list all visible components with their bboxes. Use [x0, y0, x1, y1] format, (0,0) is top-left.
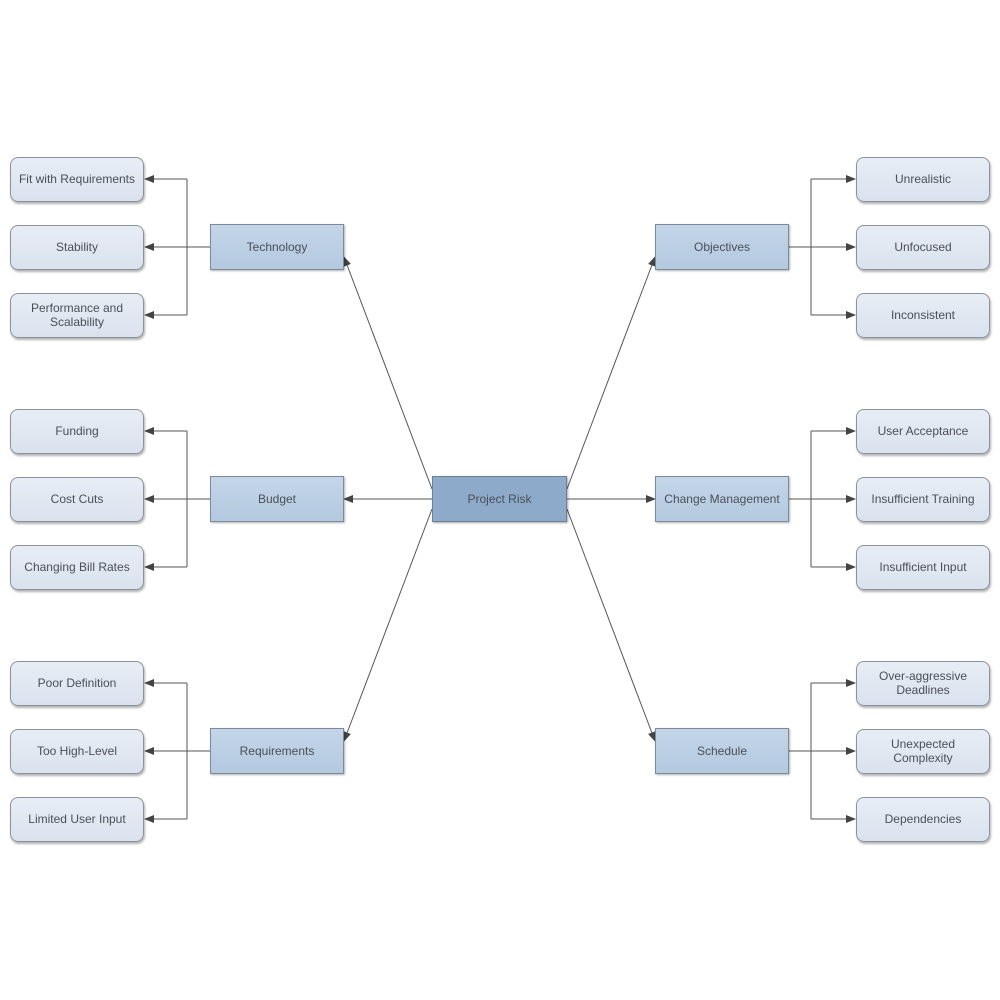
leaf-label: Poor Definition — [37, 676, 117, 690]
leaf-node-poor-definition[interactable]: Poor Definition — [10, 660, 144, 706]
leaf-label: Unrealistic — [894, 172, 951, 186]
category-node-requirements[interactable]: Requirements — [210, 728, 344, 774]
connector-center-to-schedule — [566, 508, 656, 742]
connector-center-to-requirements — [343, 508, 433, 742]
leaf-label: Funding — [55, 424, 99, 438]
leaf-label: Too High-Level — [36, 744, 118, 758]
leaf-label: Cost Cuts — [50, 492, 104, 506]
category-node-schedule[interactable]: Schedule — [655, 728, 789, 774]
leaf-node-performance-and-scalability[interactable]: Performance and Scalability — [10, 292, 144, 338]
category-node-objectives[interactable]: Objectives — [655, 224, 789, 270]
category-label: Budget — [257, 492, 297, 506]
category-label: Requirements — [239, 744, 315, 758]
leaf-node-limited-user-input[interactable]: Limited User Input — [10, 796, 144, 842]
leaf-node-insufficient-input[interactable]: Insufficient Input — [856, 544, 990, 590]
leaf-label: Fit with Requirements — [18, 172, 136, 186]
leaf-label: Over-aggressive Deadlines — [878, 669, 968, 697]
connector-center-to-objectives — [566, 256, 656, 490]
leaf-node-unfocused[interactable]: Unfocused — [856, 224, 990, 270]
connector-center-to-technology — [343, 256, 433, 490]
leaf-node-unrealistic[interactable]: Unrealistic — [856, 156, 990, 202]
leaf-node-dependencies[interactable]: Dependencies — [856, 796, 990, 842]
leaf-label: Performance and Scalability — [30, 301, 124, 329]
center-node-project-risk[interactable]: Project Risk — [432, 476, 567, 522]
leaf-node-user-acceptance[interactable]: User Acceptance — [856, 408, 990, 454]
leaf-node-stability[interactable]: Stability — [10, 224, 144, 270]
category-label: Schedule — [696, 744, 748, 758]
leaf-node-insufficient-training[interactable]: Insufficient Training — [856, 476, 990, 522]
leaf-node-changing-bill-rates[interactable]: Changing Bill Rates — [10, 544, 144, 590]
leaf-label: Changing Bill Rates — [24, 560, 130, 574]
leaf-label: Stability — [55, 240, 99, 254]
leaf-node-fit-with-requirements[interactable]: Fit with Requirements — [10, 156, 144, 202]
leaf-label: Dependencies — [884, 812, 962, 826]
leaf-label: Inconsistent — [890, 308, 956, 322]
leaf-label: User Acceptance — [877, 424, 969, 438]
leaf-node-unexpected-complexity[interactable]: Unexpected Complexity — [856, 728, 990, 774]
category-node-budget[interactable]: Budget — [210, 476, 344, 522]
leaf-label: Insufficient Training — [871, 492, 975, 506]
leaf-label: Unexpected Complexity — [890, 737, 956, 765]
leaf-label: Insufficient Input — [879, 560, 967, 574]
category-node-change-management[interactable]: Change Management — [655, 476, 789, 522]
category-node-technology[interactable]: Technology — [210, 224, 344, 270]
leaf-node-funding[interactable]: Funding — [10, 408, 144, 454]
category-label: Technology — [246, 240, 308, 254]
leaf-node-inconsistent[interactable]: Inconsistent — [856, 292, 990, 338]
leaf-node-cost-cuts[interactable]: Cost Cuts — [10, 476, 144, 522]
leaf-label: Limited User Input — [28, 812, 126, 826]
center-label: Project Risk — [467, 492, 532, 506]
leaf-node-too-high-level[interactable]: Too High-Level — [10, 728, 144, 774]
leaf-node-over-aggressive-deadlines[interactable]: Over-aggressive Deadlines — [856, 660, 990, 706]
category-label: Objectives — [693, 240, 751, 254]
category-label: Change Management — [664, 492, 780, 506]
leaf-label: Unfocused — [894, 240, 952, 254]
